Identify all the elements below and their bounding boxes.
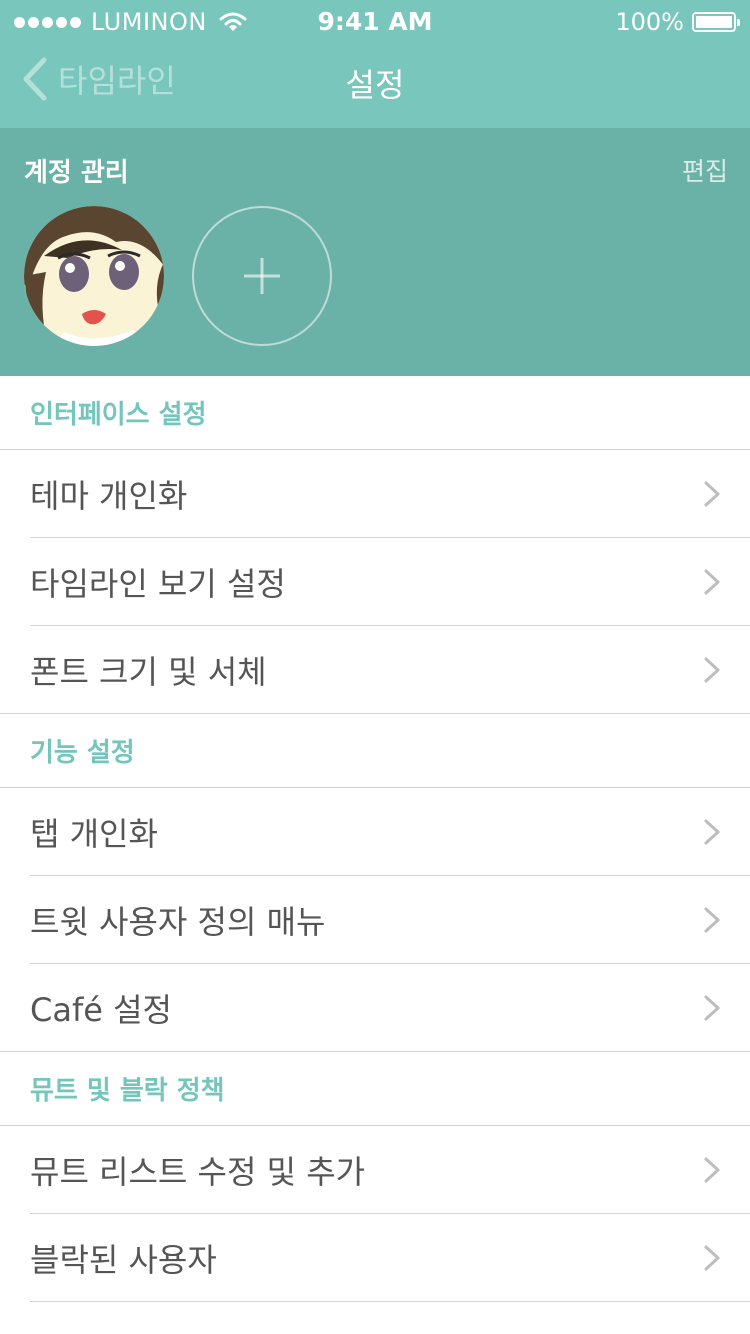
add-account-button[interactable]: [192, 206, 332, 346]
menu-item-label: 테마 개인화: [30, 477, 188, 515]
menu-item-label: 블락된 사용자: [30, 1241, 217, 1279]
account-management: 계정 관리 편집: [0, 128, 750, 376]
avatar-illustration: [24, 206, 164, 346]
menu-item-label: 트윗 사용자 정의 매뉴: [30, 903, 326, 941]
chevron-right-icon: [704, 819, 720, 845]
menu-item-label: 타임라인 보기 설정: [30, 565, 286, 603]
menu-item-theme[interactable]: 테마 개인화: [0, 450, 750, 538]
chevron-right-icon: [704, 1245, 720, 1271]
menu-item-font[interactable]: 폰트 크기 및 서체: [0, 626, 750, 714]
section-header-interface: 인터페이스 설정: [0, 376, 750, 450]
chevron-right-icon: [704, 995, 720, 1021]
chevron-right-icon: [704, 481, 720, 507]
avatar[interactable]: [24, 206, 164, 346]
menu-item-tweet-menu[interactable]: 트윗 사용자 정의 매뉴: [0, 876, 750, 964]
menu-item-cafe[interactable]: Café 설정: [0, 964, 750, 1052]
chevron-right-icon: [704, 1157, 720, 1183]
edit-button[interactable]: 편집: [682, 152, 728, 188]
chevron-right-icon: [704, 569, 720, 595]
menu-item-blocked-users[interactable]: 블락된 사용자: [0, 1214, 750, 1302]
top-bar: LUMINON 9:41 AM 100% 타임라인 설정: [0, 0, 750, 128]
page-title: 설정: [345, 66, 405, 104]
menu-item-mute-list[interactable]: 뮤트 리스트 수정 및 추가: [0, 1126, 750, 1214]
battery-percent: 100%: [615, 8, 684, 36]
status-bar: LUMINON 9:41 AM 100%: [0, 0, 750, 40]
menu-item-label: 뮤트 리스트 수정 및 추가: [30, 1153, 366, 1191]
menu-item-timeline-view[interactable]: 타임라인 보기 설정: [0, 538, 750, 626]
section-header-features: 기능 설정: [0, 714, 750, 788]
nav-bar: 타임라인 설정: [0, 40, 750, 128]
chevron-right-icon: [704, 907, 720, 933]
status-right: 100%: [615, 8, 740, 36]
menu-item-label: 폰트 크기 및 서체: [30, 653, 267, 691]
plus-icon: [244, 258, 280, 294]
account-title: 계정 관리: [24, 158, 129, 188]
battery-icon: [692, 12, 740, 32]
chevron-right-icon: [704, 657, 720, 683]
section-header-mute-block: 뮤트 및 블락 정책: [0, 1052, 750, 1126]
menu-item-label: Café 설정: [30, 991, 172, 1029]
menu-item-label: 탭 개인화: [30, 815, 158, 853]
menu-item-tabs[interactable]: 탭 개인화: [0, 788, 750, 876]
